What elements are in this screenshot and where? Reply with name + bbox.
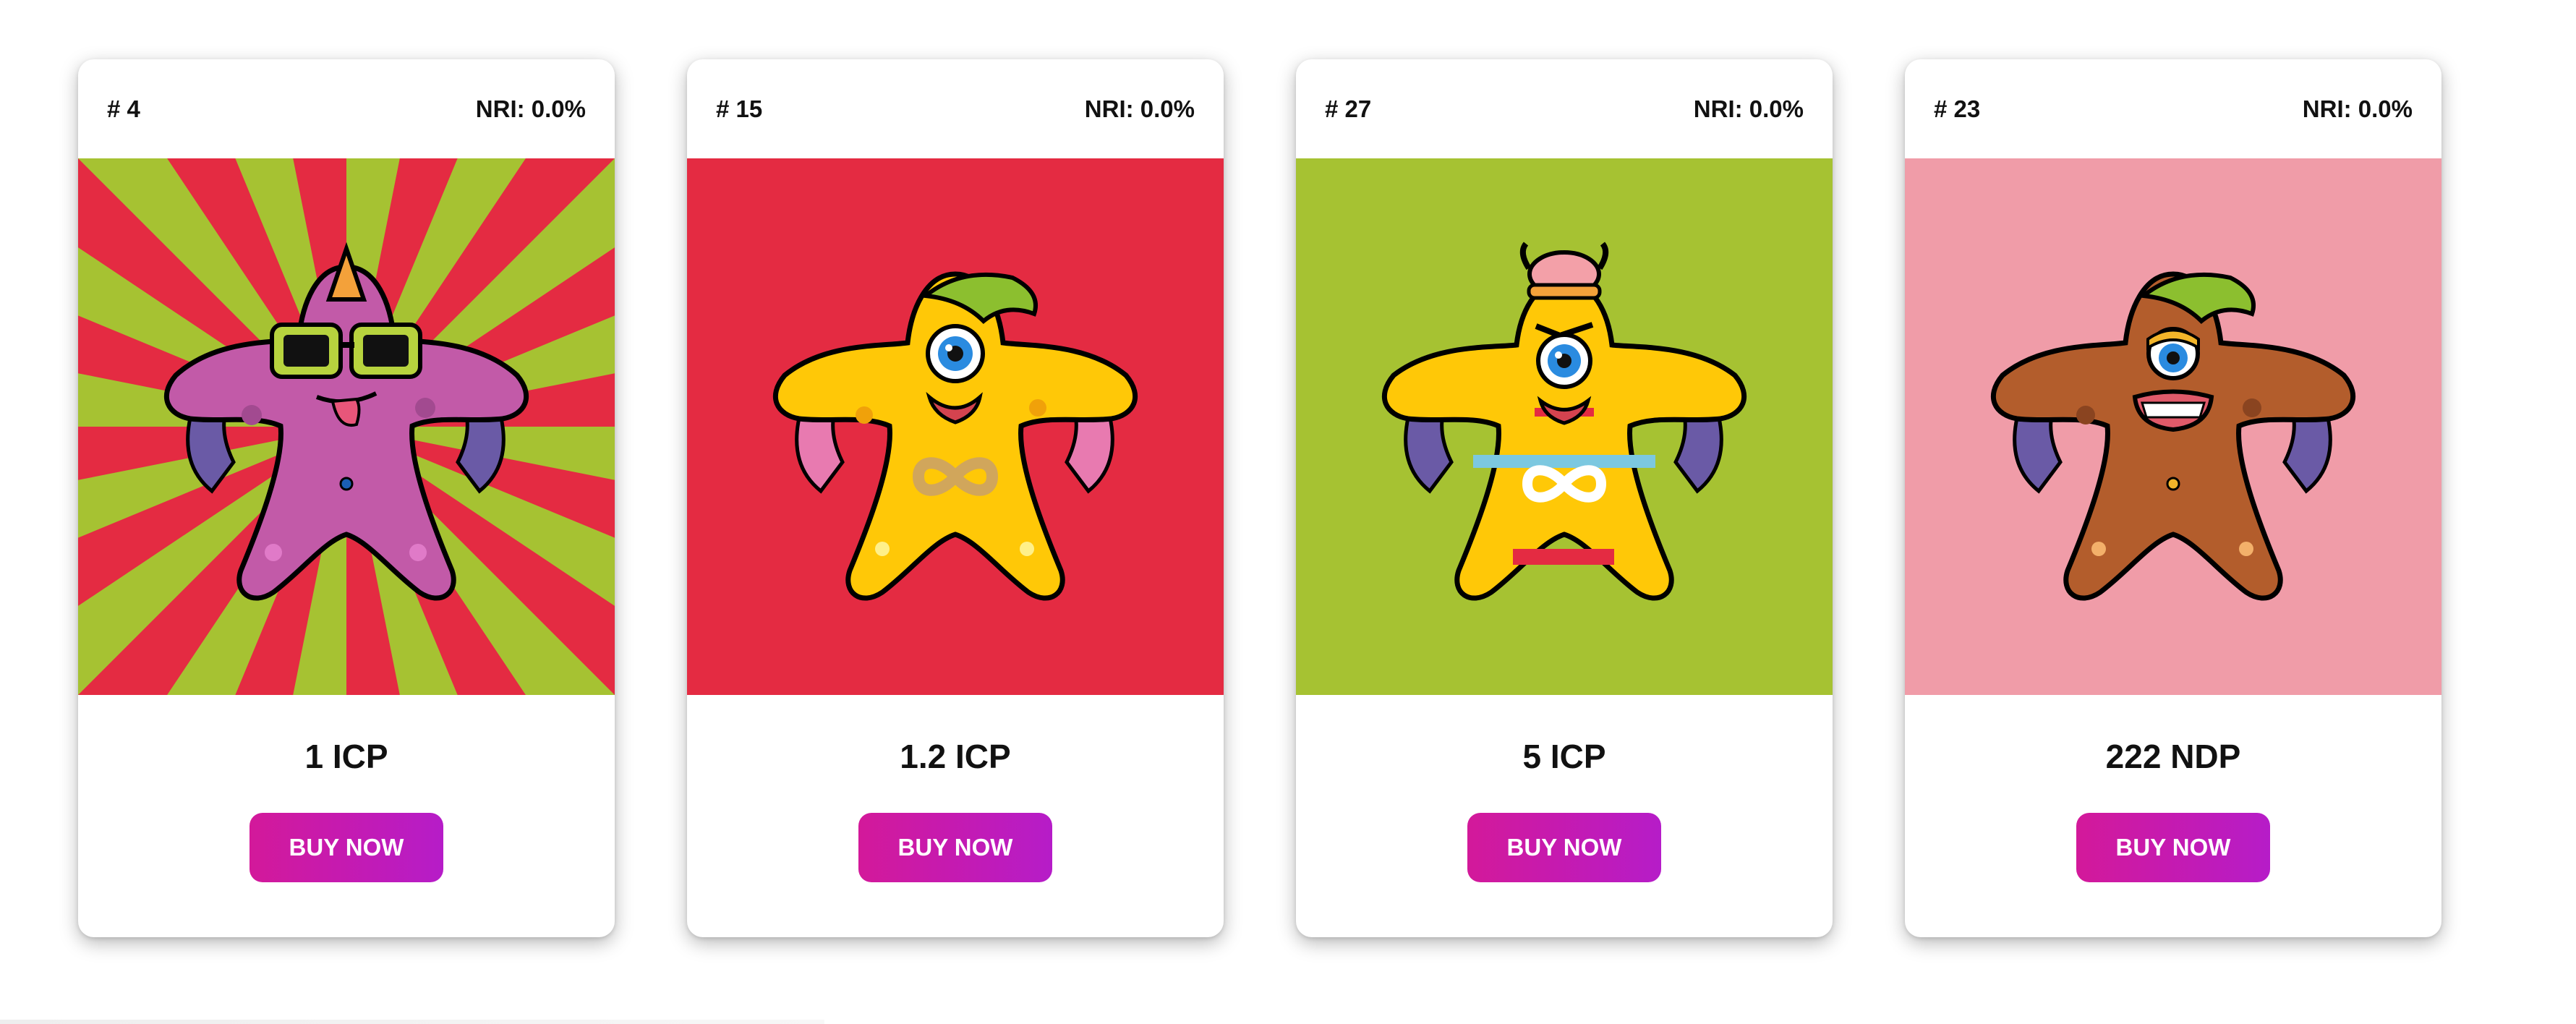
card-header: # 23 NRI: 0.0% — [1905, 59, 2441, 158]
price: 1 ICP — [304, 738, 388, 775]
price: 222 NDP — [2105, 738, 2241, 775]
nri-value: NRI: 0.0% — [1084, 95, 1195, 122]
nft-card[interactable]: # 27 NRI: 0.0% 5 ICP BUY NOW — [1296, 59, 1833, 937]
card-footer: 1.2 ICP BUY NOW — [687, 695, 1224, 937]
card-footer: 5 ICP BUY NOW — [1296, 695, 1833, 937]
scroll-edge-divider — [0, 1020, 824, 1024]
nft-card[interactable]: # 4 NRI: 0.0% 1 ICP BUY NOW — [78, 59, 615, 937]
nft-card-grid: # 4 NRI: 0.0% 1 ICP BUY NOW # 15 NRI: 0.… — [78, 59, 2441, 937]
card-header: # 15 NRI: 0.0% — [687, 59, 1224, 158]
nft-card[interactable]: # 23 NRI: 0.0% 222 NDP BUY NOW — [1905, 59, 2441, 937]
nri-value: NRI: 0.0% — [1693, 95, 1804, 122]
price: 5 ICP — [1522, 738, 1606, 775]
nft-image[interactable] — [687, 158, 1224, 695]
buy-now-button[interactable]: BUY NOW — [2076, 813, 2270, 882]
card-footer: 222 NDP BUY NOW — [1905, 695, 2441, 937]
nft-image[interactable] — [78, 158, 615, 695]
card-header: # 4 NRI: 0.0% — [78, 59, 615, 158]
buy-now-button[interactable]: BUY NOW — [250, 813, 443, 882]
token-number: # 15 — [716, 95, 763, 122]
nri-value: NRI: 0.0% — [2302, 95, 2413, 122]
token-number: # 4 — [107, 95, 140, 122]
price: 1.2 ICP — [900, 738, 1011, 775]
card-footer: 1 ICP BUY NOW — [78, 695, 615, 937]
token-number: # 27 — [1325, 95, 1372, 122]
buy-now-button[interactable]: BUY NOW — [1467, 813, 1661, 882]
token-number: # 23 — [1934, 95, 1981, 122]
nft-card[interactable]: # 15 NRI: 0.0% 1.2 ICP BUY NOW — [687, 59, 1224, 937]
nft-image[interactable] — [1905, 158, 2441, 695]
buy-now-button[interactable]: BUY NOW — [858, 813, 1052, 882]
card-header: # 27 NRI: 0.0% — [1296, 59, 1833, 158]
nft-image[interactable] — [1296, 158, 1833, 695]
nri-value: NRI: 0.0% — [475, 95, 586, 122]
